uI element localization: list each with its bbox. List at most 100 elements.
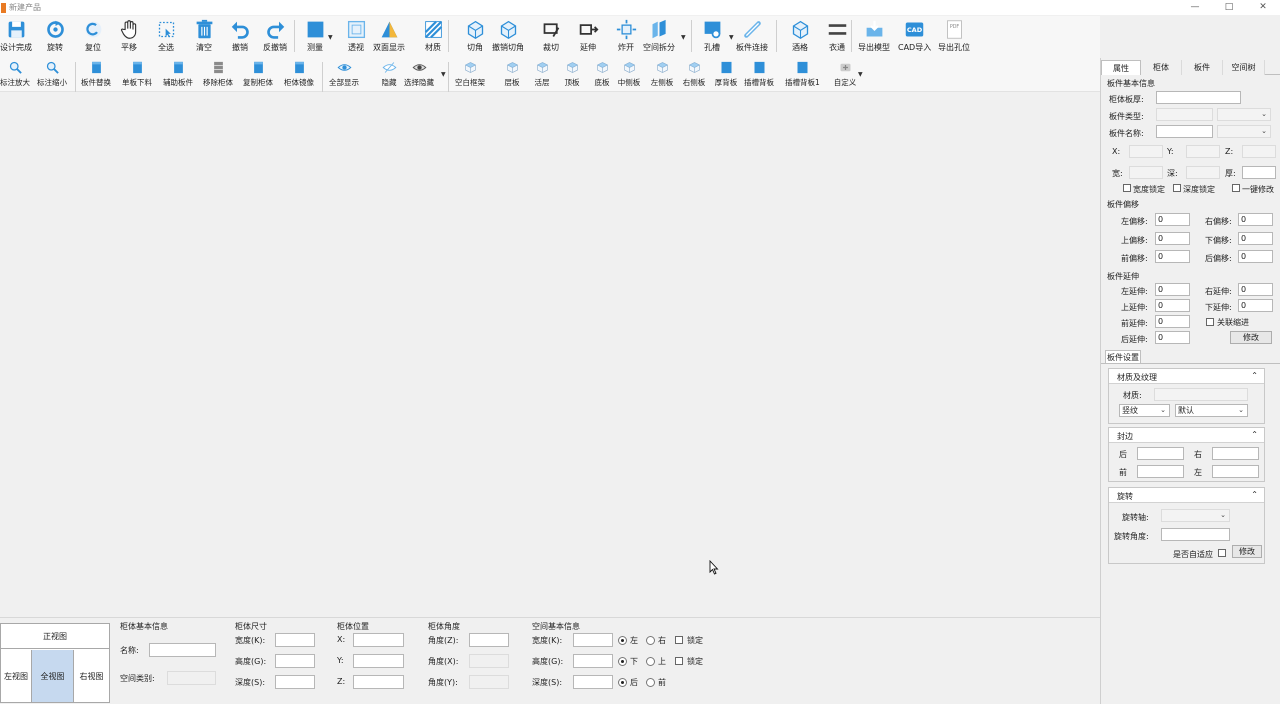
down-offset-input[interactable]: 0 [1238, 232, 1273, 245]
minimize-button[interactable]: — [1178, 0, 1212, 15]
close-button[interactable]: ✕ [1246, 0, 1280, 15]
collapse-icon[interactable]: ⌃ [1251, 430, 1258, 439]
redo-button[interactable]: 反撤销 [260, 19, 290, 53]
name-input[interactable] [149, 643, 216, 657]
angle-y-input[interactable] [469, 675, 509, 689]
width-lock-checkbox[interactable] [1123, 184, 1131, 192]
up-extend-input[interactable]: 0 [1155, 299, 1190, 312]
single-cut-button[interactable]: 单板下料 [122, 60, 152, 88]
tab-board-settings[interactable]: 板件设置 [1105, 350, 1141, 364]
tab-board[interactable]: 板件 [1182, 60, 1223, 75]
pos-x-input[interactable] [353, 633, 404, 647]
clear-button[interactable]: 清空 [189, 19, 219, 53]
dropdown-arrow-icon[interactable]: ▼ [441, 71, 446, 78]
zoom-in-button[interactable]: 标注放大 [0, 60, 30, 88]
lock-height-checkbox[interactable] [675, 657, 683, 665]
extend-button[interactable]: 延伸 [573, 19, 603, 53]
explode-button[interactable]: 炸开 [611, 19, 641, 53]
slot-back-1-button[interactable]: 插槽背板1 [785, 60, 820, 88]
space-width-input[interactable] [573, 633, 613, 647]
pan-button[interactable]: 平移 [114, 19, 144, 53]
active-layer-button[interactable]: 活层 [527, 60, 557, 88]
up-offset-input[interactable]: 0 [1155, 232, 1190, 245]
radio-up[interactable] [646, 657, 655, 666]
hanger-button[interactable]: 衣通 [822, 19, 852, 53]
undo-button[interactable]: 撤销 [225, 19, 255, 53]
radio-back[interactable] [618, 678, 627, 687]
double-side-button[interactable]: 双面显示 [373, 19, 405, 53]
select-hide-button[interactable]: 选择隐藏 [404, 60, 434, 88]
board-width-input[interactable] [1129, 166, 1163, 179]
board-replace-button[interactable]: 板件替换 [81, 60, 111, 88]
lock-width-checkbox[interactable] [675, 636, 683, 644]
left-extend-input[interactable]: 0 [1155, 283, 1190, 296]
board-y-input[interactable] [1186, 145, 1220, 158]
material-input[interactable] [1154, 388, 1248, 401]
front-extend-input[interactable]: 0 [1155, 315, 1190, 328]
dropdown-arrow-icon[interactable]: ▼ [729, 34, 734, 41]
full-view-button[interactable]: 全视图 [32, 650, 74, 702]
board-type-input[interactable] [1156, 108, 1213, 121]
cabinet-depth-input[interactable] [275, 675, 315, 689]
board-x-input[interactable] [1129, 145, 1163, 158]
one-key-checkbox[interactable] [1232, 184, 1240, 192]
left-view-button[interactable]: 左视图 [1, 650, 32, 702]
space-split-button[interactable]: 空间拆分 [643, 19, 675, 53]
down-extend-input[interactable]: 0 [1238, 299, 1273, 312]
material-button[interactable]: 材质 [418, 19, 448, 53]
radio-down[interactable] [618, 657, 627, 666]
default-select[interactable]: 默认 ⌄ [1175, 404, 1248, 417]
angle-z-input[interactable] [469, 633, 509, 647]
board-name-select[interactable]: ⌄ [1217, 125, 1271, 138]
undo-cut-corner-button[interactable]: 撤销切角 [492, 19, 524, 53]
tab-properties[interactable]: 属性 [1101, 60, 1141, 75]
layer-board-button[interactable]: 层板 [497, 60, 527, 88]
board-depth-input[interactable] [1186, 166, 1220, 179]
thickness-input[interactable] [1156, 91, 1241, 104]
remove-cabinet-button[interactable]: 移除柜体 [203, 60, 233, 88]
board-connect-button[interactable]: 板件连接 [736, 19, 768, 53]
cabinet-width-input[interactable] [275, 633, 315, 647]
right-offset-input[interactable]: 0 [1238, 213, 1273, 226]
cad-import-button[interactable]: CAD CAD导入 [898, 19, 931, 53]
edge-front-input[interactable] [1137, 465, 1184, 478]
edge-group-header[interactable]: 封边 ⌃ [1109, 428, 1264, 443]
custom-button[interactable]: 自定义 [830, 60, 860, 88]
left-side-button[interactable]: 左侧板 [647, 60, 677, 88]
middle-side-button[interactable]: 中侧板 [614, 60, 644, 88]
hide-button[interactable]: 隐藏 [374, 60, 404, 88]
back-offset-input[interactable]: 0 [1238, 250, 1273, 263]
board-thick-input[interactable] [1242, 166, 1276, 179]
measure-button[interactable]: 测量 [300, 19, 330, 53]
slot-button[interactable]: 孔槽 [697, 19, 727, 53]
export-holes-button[interactable]: PDF 导出孔位 [938, 19, 970, 53]
space-depth-input[interactable] [573, 675, 613, 689]
edge-right-input[interactable] [1212, 447, 1259, 460]
slot-back-button[interactable]: 插槽背板 [744, 60, 774, 88]
board-type-select[interactable]: ⌄ [1217, 108, 1271, 121]
depth-lock-checkbox[interactable] [1173, 184, 1181, 192]
back-extend-input[interactable]: 0 [1155, 331, 1190, 344]
board-name-input[interactable] [1156, 125, 1213, 138]
radio-left[interactable] [618, 636, 627, 645]
link-indent-checkbox[interactable] [1206, 318, 1214, 326]
edge-left-input[interactable] [1212, 465, 1259, 478]
top-board-button[interactable]: 顶板 [557, 60, 587, 88]
front-offset-input[interactable]: 0 [1155, 250, 1190, 263]
aux-board-button[interactable]: 辅助板件 [163, 60, 193, 88]
tab-space-tree[interactable]: 空间树 [1223, 60, 1265, 75]
space-height-input[interactable] [573, 654, 613, 668]
extend-modify-button[interactable]: 修改 [1230, 331, 1272, 344]
dropdown-arrow-icon[interactable]: ▼ [681, 34, 686, 41]
select-all-button[interactable]: 全选 [151, 19, 181, 53]
cabinet-height-input[interactable] [275, 654, 315, 668]
right-extend-input[interactable]: 0 [1238, 283, 1273, 296]
empty-frame-button[interactable]: 空白框架 [455, 60, 485, 88]
design-done-button[interactable]: 设计完成 [0, 19, 32, 53]
right-side-button[interactable]: 右侧板 [679, 60, 709, 88]
tab-cabinet[interactable]: 柜体 [1141, 60, 1182, 75]
collapse-icon[interactable]: ⌃ [1251, 371, 1258, 380]
collapse-icon[interactable]: ⌃ [1251, 490, 1258, 499]
show-all-button[interactable]: 全部显示 [329, 60, 359, 88]
dropdown-arrow-icon[interactable]: ▼ [328, 34, 333, 41]
